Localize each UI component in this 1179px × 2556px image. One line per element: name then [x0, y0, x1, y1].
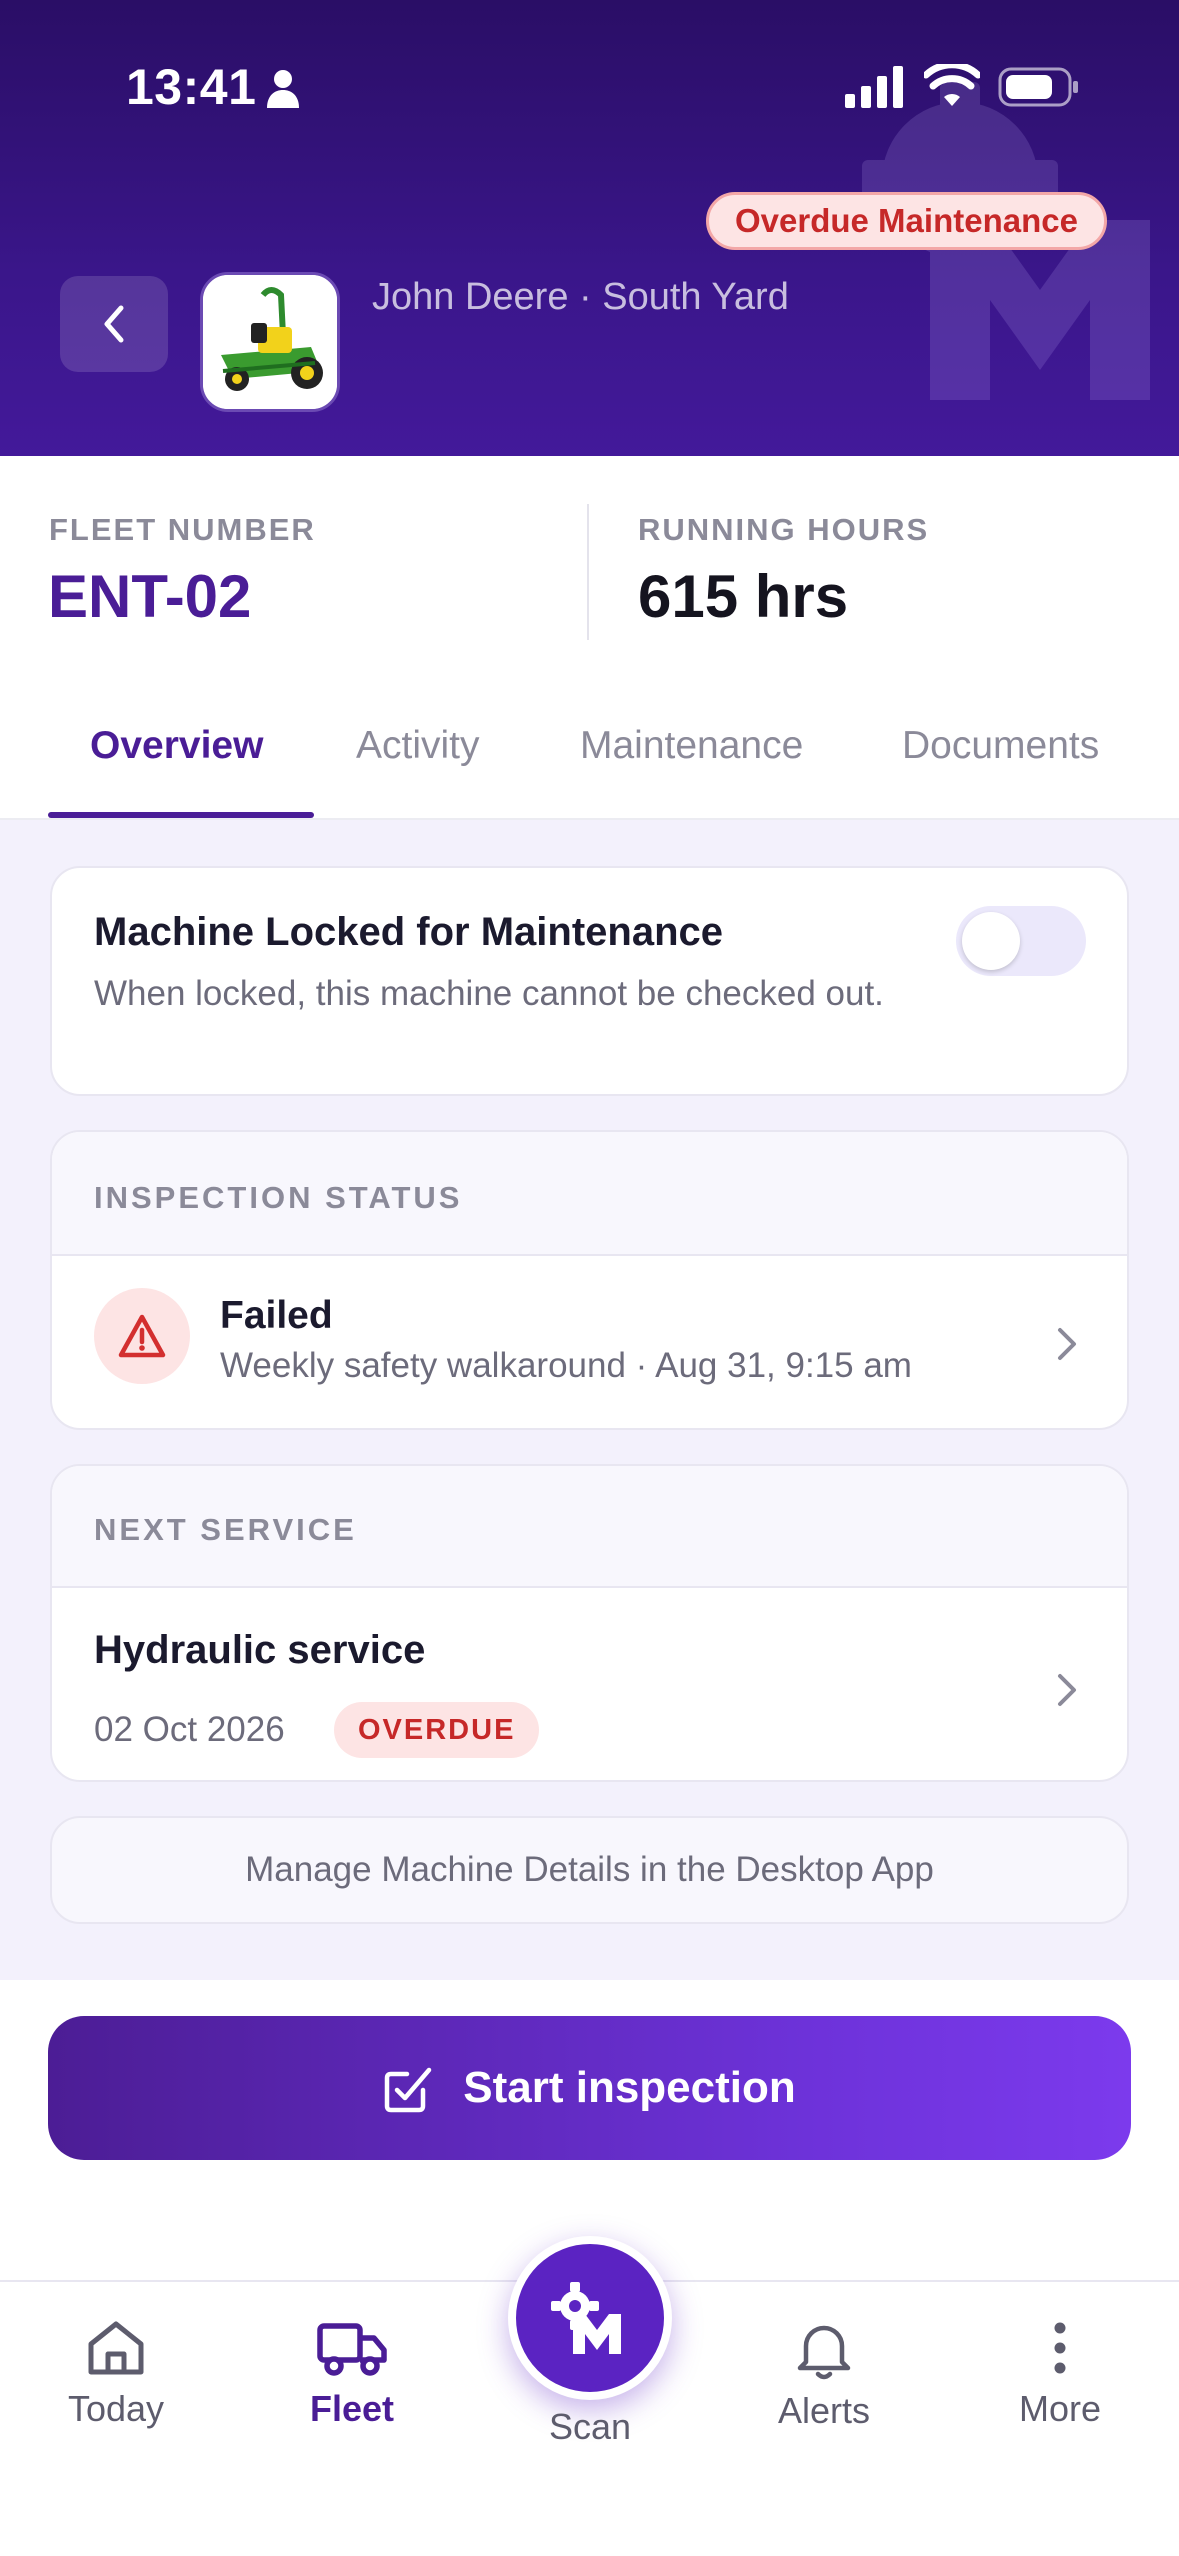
machine-subtitle: John Deere · South Yard [372, 276, 789, 318]
tab-maintenance[interactable]: Maintenance [580, 724, 803, 768]
scan-logo-icon [551, 2282, 621, 2354]
nav-alerts[interactable]: Alerts [724, 2318, 924, 2432]
toggle-knob [962, 912, 1020, 970]
start-inspection-button[interactable]: Start inspection [48, 2016, 1131, 2160]
bell-icon [797, 2325, 851, 2380]
checkbox-edit-icon [385, 2067, 432, 2113]
person-icon [267, 70, 299, 108]
overdue-maintenance-badge: Overdue Maintenance [706, 192, 1107, 250]
start-inspection-label: Start inspection [463, 2063, 796, 2112]
chevron-right-icon [1058, 1674, 1076, 1706]
running-hours-label: RUNNING HOURS [638, 512, 930, 547]
inspection-section-header: INSPECTION STATUS [52, 1132, 1127, 1256]
tab-overview[interactable]: Overview [90, 724, 263, 768]
home-icon [88, 2321, 144, 2375]
next-service-card: NEXT SERVICE Hydraulic service 02 Oct 20… [50, 1464, 1129, 1782]
scan-button[interactable] [508, 2236, 672, 2400]
status-time: 13:41 [126, 59, 257, 115]
inspection-status: Failed [220, 1294, 333, 1337]
tab-activity[interactable]: Activity [356, 724, 480, 768]
machine-header: 13:41 Overdue Maintenance John Deere · S… [0, 0, 1179, 456]
inspection-section-label: INSPECTION STATUS [94, 1180, 463, 1215]
lock-card-title: Machine Locked for Maintenance [94, 910, 724, 954]
next-service-title: Hydraulic service [94, 1628, 426, 1672]
nav-alerts-label: Alerts [777, 2390, 871, 2431]
nav-fleet[interactable]: Fleet [252, 2318, 452, 2430]
nav-today[interactable]: Today [16, 2318, 216, 2430]
more-vertical-icon [1054, 2322, 1066, 2374]
ride-on-mower-image [203, 275, 337, 409]
chevron-right-icon [1058, 1328, 1076, 1360]
running-hours-value: 615 hrs [638, 563, 849, 630]
inspection-row[interactable]: Failed Weekly safety walkaround · Aug 31… [52, 1256, 1127, 1428]
nav-fleet-label: Fleet [309, 2388, 395, 2429]
chevron-left-icon [104, 305, 124, 343]
next-service-section-label: NEXT SERVICE [94, 1512, 357, 1547]
tab-documents[interactable]: Documents [902, 724, 1099, 768]
nav-scan-label: Scan [548, 2406, 632, 2447]
cellular-signal-icon [845, 66, 903, 108]
lock-toggle[interactable] [956, 906, 1086, 976]
lock-card-description: When locked, this machine cannot be chec… [94, 974, 884, 1013]
nav-today-label: Today [67, 2388, 165, 2429]
back-button[interactable] [60, 276, 168, 372]
next-service-row[interactable]: Hydraulic service 02 Oct 2026 OVERDUE [52, 1588, 1127, 1780]
fleet-number-label: FLEET NUMBER [49, 512, 316, 547]
next-service-section-header: NEXT SERVICE [52, 1466, 1127, 1588]
inspection-status-card: INSPECTION STATUS Failed Weekly safety w… [50, 1130, 1129, 1430]
warning-triangle-icon [118, 1314, 166, 1358]
inspection-detail: Weekly safety walkaround · Aug 31, 9:15 … [220, 1346, 912, 1385]
stats-divider [587, 504, 589, 640]
truck-icon [317, 2323, 387, 2376]
next-service-date: 02 Oct 2026 [94, 1710, 285, 1749]
desktop-app-note: Manage Machine Details in the Desktop Ap… [50, 1816, 1129, 1924]
lock-card: Machine Locked for Maintenance When lock… [50, 866, 1129, 1096]
nav-more[interactable]: More [960, 2318, 1160, 2430]
overdue-status-badge: OVERDUE [334, 1702, 540, 1758]
fleet-number-value: ENT-02 [48, 563, 252, 630]
warning-badge [94, 1288, 190, 1384]
nav-more-label: More [1018, 2388, 1102, 2429]
battery-icon [998, 67, 1078, 107]
machine-photo[interactable] [200, 272, 340, 412]
wifi-icon [924, 64, 980, 106]
